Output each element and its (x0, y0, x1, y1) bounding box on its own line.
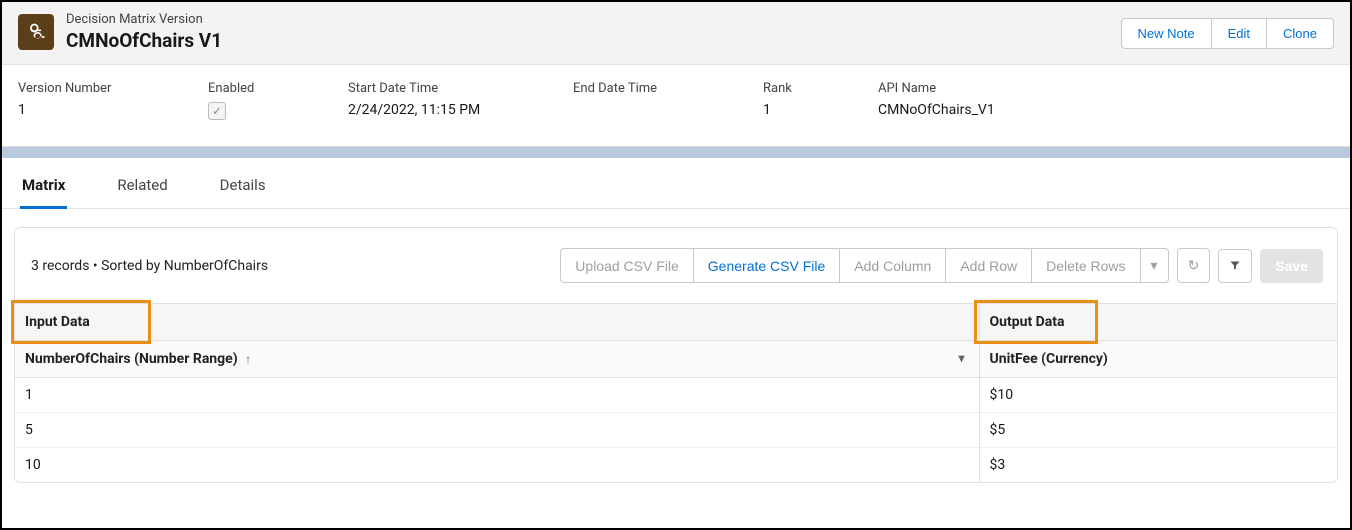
upload-csv-button[interactable]: Upload CSV File (560, 248, 694, 283)
field-value: ✓ (208, 102, 348, 120)
tabs: Matrix Related Details (2, 158, 1350, 209)
filter-icon (1229, 259, 1241, 271)
matrix-panel: 3 records • Sorted by NumberOfChairs Upl… (14, 227, 1338, 483)
chevron-down-icon[interactable]: ▾ (958, 351, 964, 365)
field-label: API Name (878, 81, 1334, 96)
delete-rows-button[interactable]: Delete Rows (1031, 248, 1140, 283)
edit-button[interactable]: Edit (1211, 18, 1267, 49)
column-header-output[interactable]: UnitFee (Currency) (979, 341, 1337, 378)
field-enabled: Enabled ✓ (208, 81, 348, 120)
more-menu-button[interactable]: ▾ (1140, 248, 1169, 283)
field-value: CMNoOfChairs_V1 (878, 102, 1334, 118)
field-value: 2/24/2022, 11:15 PM (348, 102, 573, 118)
record-subtitle: Decision Matrix Version (66, 12, 222, 27)
column-label: NumberOfChairs (Number Range) (25, 351, 238, 367)
section-header-input: Input Data (15, 304, 979, 341)
matrix-table: Input Data Output Data NumberOfChairs (N… (15, 303, 1337, 482)
field-label: Version Number (18, 81, 208, 96)
section-header-output: Output Data (979, 304, 1337, 341)
page-header: Decision Matrix Version CMNoOfChairs V1 … (2, 2, 1350, 65)
refresh-button[interactable]: ↻ (1177, 248, 1211, 283)
clone-button[interactable]: Clone (1266, 18, 1334, 49)
checkbox-checked-icon: ✓ (208, 102, 226, 120)
header-actions: New Note Edit Clone (1121, 18, 1334, 49)
table-row[interactable]: 5 $5 (15, 413, 1337, 448)
refresh-icon: ↻ (1188, 257, 1200, 273)
cell-input[interactable]: 1 (15, 378, 979, 413)
field-api-name: API Name CMNoOfChairs_V1 (878, 81, 1334, 120)
table-row[interactable]: 1 $10 (15, 378, 1337, 413)
section-label: Input Data (25, 314, 90, 330)
field-value: 1 (763, 102, 878, 118)
gears-icon (26, 22, 46, 42)
field-rank: Rank 1 (763, 81, 878, 120)
cell-output[interactable]: $5 (979, 413, 1337, 448)
sort-asc-icon: ↑ (245, 352, 251, 366)
generate-csv-button[interactable]: Generate CSV File (693, 248, 841, 283)
field-version-number: Version Number 1 (18, 81, 208, 120)
column-label: UnitFee (Currency) (990, 351, 1108, 367)
table-row[interactable]: 10 $3 (15, 448, 1337, 483)
tab-details[interactable]: Details (218, 172, 268, 208)
details-row: Version Number 1 Enabled ✓ Start Date Ti… (2, 65, 1350, 146)
field-value: 1 (18, 102, 208, 118)
field-start-date-time: Start Date Time 2/24/2022, 11:15 PM (348, 81, 573, 120)
field-label: Rank (763, 81, 878, 96)
tab-related[interactable]: Related (115, 172, 169, 208)
tab-matrix[interactable]: Matrix (20, 172, 67, 209)
field-label: End Date Time (573, 81, 763, 96)
matrix-toolbar: 3 records • Sorted by NumberOfChairs Upl… (15, 228, 1337, 303)
field-label: Start Date Time (348, 81, 573, 96)
cell-input[interactable]: 5 (15, 413, 979, 448)
cell-output[interactable]: $10 (979, 378, 1337, 413)
caret-down-icon: ▾ (1151, 257, 1158, 273)
field-end-date-time: End Date Time (573, 81, 763, 120)
toolbar-button-group: Upload CSV File Generate CSV File Add Co… (560, 248, 1168, 283)
record-title: CMNoOfChairs V1 (66, 29, 222, 52)
section-label: Output Data (990, 314, 1065, 330)
records-text: 3 records • Sorted by NumberOfChairs (31, 258, 268, 274)
cell-input[interactable]: 10 (15, 448, 979, 483)
section-divider (2, 146, 1350, 158)
add-row-button[interactable]: Add Row (945, 248, 1032, 283)
new-note-button[interactable]: New Note (1121, 18, 1212, 49)
filter-button[interactable] (1218, 249, 1252, 283)
save-button[interactable]: Save (1260, 249, 1323, 283)
field-label: Enabled (208, 81, 348, 96)
title-block: Decision Matrix Version CMNoOfChairs V1 (66, 12, 222, 52)
add-column-button[interactable]: Add Column (839, 248, 946, 283)
record-type-icon (18, 14, 54, 50)
cell-output[interactable]: $3 (979, 448, 1337, 483)
column-header-input[interactable]: NumberOfChairs (Number Range) ↑ ▾ (15, 341, 979, 378)
